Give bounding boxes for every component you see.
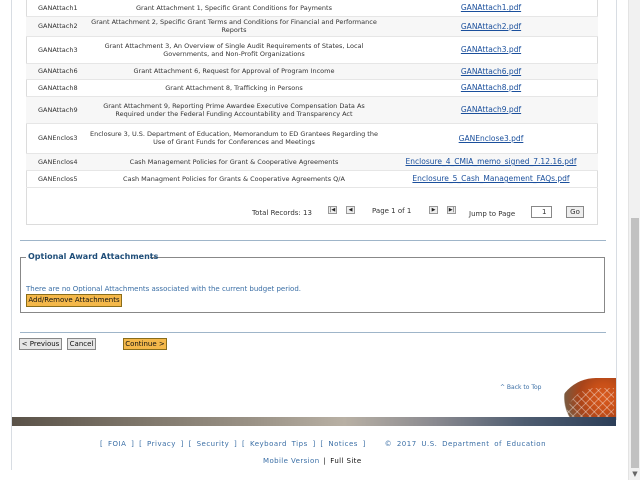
- attachment-code: GANAttach1: [26, 0, 84, 17]
- attachments-table-body: GANAttach1 Grant Attachment 1, Specific G…: [26, 0, 598, 188]
- footer-link-security[interactable]: Security: [197, 440, 230, 448]
- table-row: GANAttach3 Grant Attachment 3, An Overvie…: [26, 36, 598, 64]
- attachments-table-wrap: GANAttach1 Grant Attachment 1, Specific G…: [26, 0, 598, 188]
- full-site-label: Full Site: [330, 457, 362, 465]
- attachment-file-cell: GANAttach1.pdf: [384, 0, 598, 17]
- scroll-down-arrow-icon[interactable]: ▼: [629, 468, 640, 480]
- page-border-left: [11, 0, 12, 470]
- last-page-button[interactable]: ▶|: [447, 206, 456, 214]
- attachment-code: GANAttach2: [26, 16, 84, 37]
- footer-links: [ FOIA ] [ Privacy ] [ Security ] [ Keyb…: [100, 440, 547, 448]
- table-row: GANAttach8 Grant Attachment 8, Traffickin…: [26, 79, 598, 97]
- table-row: GANAttach1 Grant Attachment 1, Specific G…: [26, 0, 598, 17]
- previous-page-button[interactable]: ◀: [346, 206, 355, 214]
- attachment-file-link[interactable]: GANAttach9.pdf: [461, 105, 521, 114]
- attachment-code: GANEnclos3: [26, 123, 84, 154]
- attachment-description: Grant Attachment 9, Reporting Prime Awar…: [84, 96, 384, 124]
- attachment-file-link[interactable]: Enclosure_4_CMIA_memo_signed_7.12.16.pdf: [406, 157, 577, 166]
- jump-to-page-label: Jump to Page: [469, 210, 516, 218]
- attachment-file-link[interactable]: GANAttach2.pdf: [461, 22, 521, 31]
- table-row: GANEnclos5 Cash Managment Policies for Gr…: [26, 170, 598, 188]
- vertical-scrollbar[interactable]: ▼: [628, 0, 640, 480]
- attachment-file-link[interactable]: GANAttach8.pdf: [461, 83, 521, 92]
- attachment-description: Grant Attachment 6, Request for Approval…: [84, 63, 384, 80]
- attachments-table: GANAttach1 Grant Attachment 1, Specific G…: [26, 0, 598, 188]
- attachment-code: GANEnclos5: [26, 170, 84, 188]
- attachment-code: GANAttach3: [26, 36, 84, 64]
- attachment-file-link[interactable]: Enclosure_5_Cash_Management_FAQs.pdf: [412, 174, 569, 183]
- attachment-description: Grant Attachment 3, An Overview of Singl…: [84, 36, 384, 64]
- page-frame: GANAttach1 Grant Attachment 1, Specific G…: [0, 0, 628, 480]
- footer-link-keyboard-tips[interactable]: Keyboard Tips: [250, 440, 308, 448]
- attachment-description: Grant Attachment 2, Specific Grant Terms…: [84, 16, 384, 37]
- section-divider: [20, 332, 606, 333]
- cancel-button[interactable]: Cancel: [67, 338, 96, 350]
- attachment-file-cell: GANAttach8.pdf: [384, 79, 598, 97]
- continue-button[interactable]: Continue >: [123, 338, 167, 350]
- table-pager: Total Records: 13 |◀ ◀ Page 1 of 1 ▶ ▶| …: [26, 200, 598, 225]
- attachment-file-cell: GANAttach2.pdf: [384, 16, 598, 37]
- optional-attachments-message: There are no Optional Attachments associ…: [26, 285, 301, 293]
- mobile-version-link[interactable]: Mobile Version: [263, 457, 320, 465]
- total-records: Total Records: 13: [252, 209, 312, 217]
- add-remove-attachments-button[interactable]: Add/Remove Attachments: [26, 294, 122, 307]
- footer-link-foia[interactable]: FOIA: [108, 440, 126, 448]
- table-row: GANEnclos3 Enclosure 3, U.S. Department o…: [26, 123, 598, 154]
- back-to-top-link[interactable]: ^ Back to Top: [500, 384, 541, 391]
- table-row: GANAttach2 Grant Attachment 2, Specific G…: [26, 16, 598, 37]
- table-row: GANEnclos4 Cash Management Policies for G…: [26, 153, 598, 171]
- attachment-file-cell: GANEnclose3.pdf: [384, 123, 598, 154]
- page-border-right: [616, 0, 617, 420]
- table-row: GANAttach6 Grant Attachment 6, Request fo…: [26, 63, 598, 80]
- footer-version-switch: Mobile Version | Full Site: [263, 457, 362, 465]
- attachment-file-link[interactable]: GANAttach6.pdf: [461, 67, 521, 76]
- footer-copyright: © 2017 U.S. Department of Education: [384, 440, 547, 448]
- go-button[interactable]: Go: [566, 206, 584, 218]
- footer-link-privacy[interactable]: Privacy: [147, 440, 176, 448]
- optional-box-top-border: [150, 257, 605, 258]
- attachment-file-cell: GANAttach9.pdf: [384, 96, 598, 124]
- attachment-file-cell: GANAttach6.pdf: [384, 63, 598, 80]
- optional-box-top-border: [20, 257, 26, 258]
- section-divider: [20, 240, 606, 241]
- attachment-description: Cash Management Policies for Grant & Coo…: [84, 153, 384, 171]
- optional-attachments-legend: Optional Award Attachments: [28, 252, 159, 261]
- attachment-code: GANAttach6: [26, 63, 84, 80]
- previous-button[interactable]: < Previous: [19, 338, 62, 350]
- attachment-description: Enclosure 3, U.S. Department of Educatio…: [84, 123, 384, 154]
- footer-link-notices[interactable]: Notices: [328, 440, 358, 448]
- attachment-description: Cash Managment Policies for Grants & Coo…: [84, 170, 384, 188]
- attachment-file-link[interactable]: GANAttach3.pdf: [461, 45, 521, 54]
- table-row: GANAttach9 Grant Attachment 9, Reporting …: [26, 96, 598, 124]
- attachment-file-link[interactable]: GANEnclose3.pdf: [459, 134, 524, 143]
- attachment-code: GANAttach8: [26, 79, 84, 97]
- jump-to-page-input[interactable]: 1: [531, 206, 552, 218]
- first-page-button[interactable]: |◀: [328, 206, 337, 214]
- next-page-button[interactable]: ▶: [429, 206, 438, 214]
- scrollbar-thumb[interactable]: [631, 218, 639, 468]
- footer-photo-strip: [12, 417, 616, 426]
- attachment-file-link[interactable]: GANAttach1.pdf: [461, 3, 521, 12]
- page-indicator: Page 1 of 1: [372, 207, 412, 215]
- attachment-description: Grant Attachment 1, Specific Grant Condi…: [84, 0, 384, 17]
- attachment-code: GANEnclos4: [26, 153, 84, 171]
- attachment-file-cell: GANAttach3.pdf: [384, 36, 598, 64]
- attachment-code: GANAttach9: [26, 96, 84, 124]
- attachment-file-cell: Enclosure_4_CMIA_memo_signed_7.12.16.pdf: [384, 153, 598, 171]
- attachment-file-cell: Enclosure_5_Cash_Management_FAQs.pdf: [384, 170, 598, 188]
- attachment-description: Grant Attachment 8, Trafficking in Perso…: [84, 79, 384, 97]
